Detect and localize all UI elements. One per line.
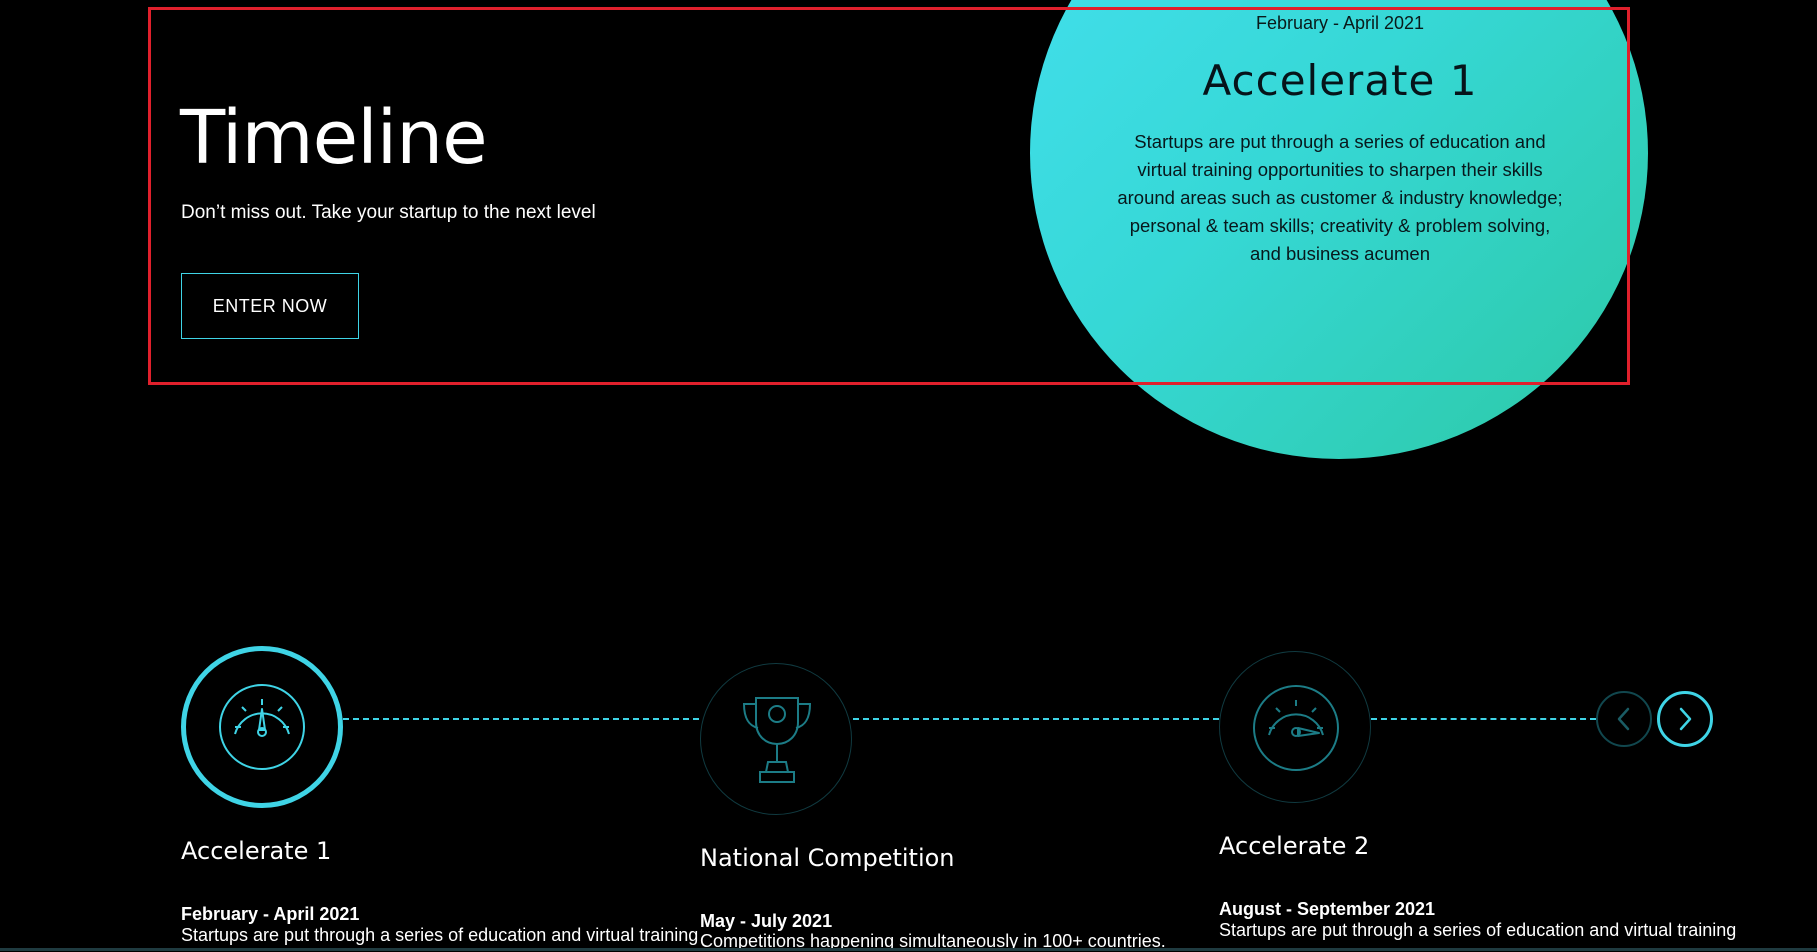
step-date: February - April 2021 bbox=[181, 904, 360, 924]
enter-now-button[interactable]: ENTER NOW bbox=[181, 273, 359, 339]
trophy-icon bbox=[742, 697, 812, 783]
hero-subtitle: Don’t miss out. Take your startup to the… bbox=[181, 202, 596, 223]
step-title: Accelerate 1 bbox=[181, 837, 332, 865]
feature-date: February - April 2021 bbox=[1255, 13, 1425, 33]
step-date: May - July 2021 bbox=[700, 911, 833, 931]
step-description: Startups are put through a series of edu… bbox=[1219, 920, 1737, 940]
timeline-node-accelerate-1[interactable] bbox=[181, 646, 343, 808]
chevron-right-icon bbox=[1679, 707, 1692, 731]
page-title: Timeline bbox=[180, 95, 488, 181]
timeline-connector bbox=[1371, 718, 1596, 720]
step-date: August - September 2021 bbox=[1219, 899, 1436, 919]
carousel-next-button[interactable] bbox=[1657, 691, 1713, 747]
timeline-node-accelerate-2[interactable] bbox=[1219, 651, 1371, 803]
timeline-connector bbox=[343, 718, 699, 720]
speedometer-icon bbox=[219, 684, 305, 770]
step-title: Accelerate 2 bbox=[1219, 832, 1370, 860]
feature-description: Startups are put through a series of edu… bbox=[1117, 131, 1563, 264]
timeline-connector bbox=[853, 718, 1219, 720]
carousel-prev-button[interactable] bbox=[1596, 691, 1652, 747]
timeline-node-national-competition[interactable] bbox=[700, 663, 852, 815]
step-title: National Competition bbox=[700, 844, 955, 872]
step-description: Startups are put through a series of edu… bbox=[181, 925, 699, 945]
speedometer-icon bbox=[1253, 685, 1339, 771]
chevron-left-icon bbox=[1617, 707, 1630, 731]
feature-title: Accelerate 1 bbox=[1202, 56, 1478, 105]
